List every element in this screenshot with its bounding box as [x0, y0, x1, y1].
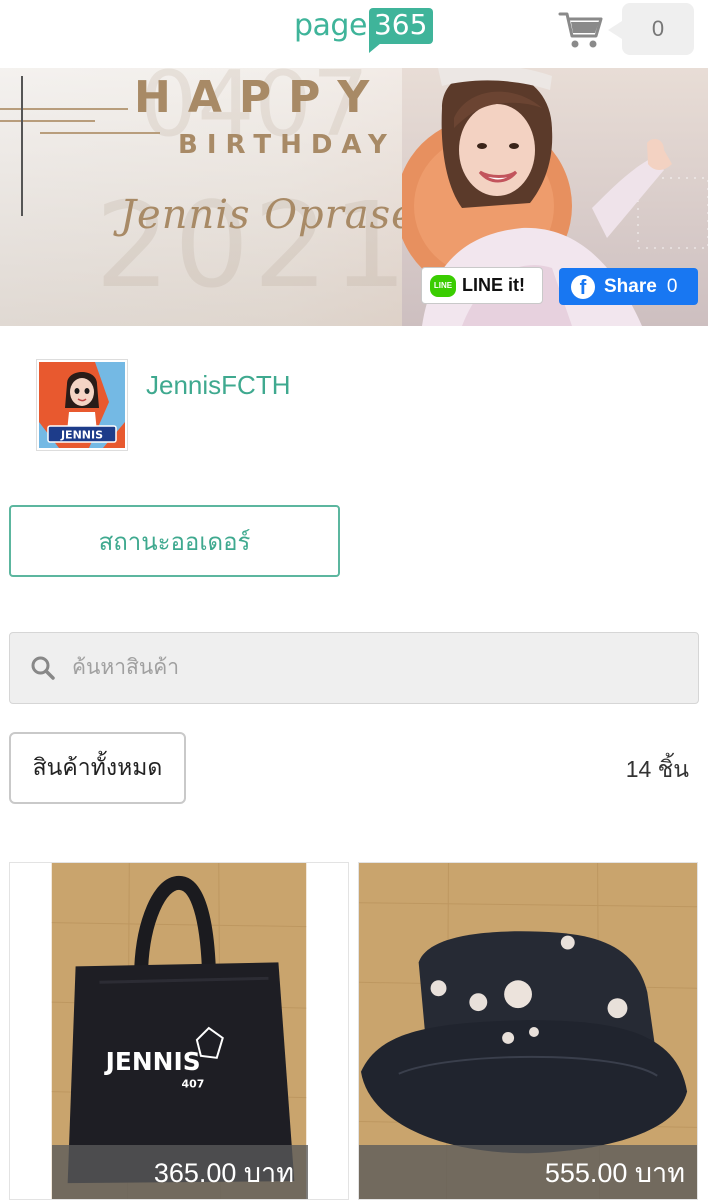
banner-deco-vline: [21, 76, 23, 216]
product-price: 365.00 บาท: [52, 1145, 308, 1199]
banner-deco-line: [0, 108, 128, 110]
cart-icon[interactable]: [558, 10, 604, 50]
tote-print-text: JENNIS: [104, 1047, 201, 1076]
search-icon: [31, 656, 55, 680]
avatar-caption: JENNIS: [60, 429, 103, 442]
search-input[interactable]: [72, 656, 632, 680]
product-price: 555.00 บาท: [359, 1145, 697, 1199]
logo-word: page: [294, 8, 367, 43]
shop-avatar[interactable]: JENNIS: [36, 359, 128, 451]
banner-birthday-text: BIRTHDAY: [178, 130, 396, 160]
line-share-button[interactable]: LINE LINE it!: [421, 267, 543, 304]
product-card[interactable]: 555.00 บาท: [358, 862, 698, 1200]
product-card[interactable]: JENNIS 407 365.00 บาท: [9, 862, 349, 1200]
shop-name[interactable]: JennisFCTH: [146, 370, 290, 401]
shop-avatar-image: JENNIS: [39, 362, 125, 448]
banner-deco-line: [0, 120, 95, 122]
top-bar: page 365 0: [0, 0, 708, 68]
facebook-share-button[interactable]: f Share 0: [559, 268, 698, 305]
order-status-button[interactable]: สถานะออเดอร์: [9, 505, 340, 577]
page365-logo[interactable]: page 365: [294, 6, 434, 53]
all-products-button[interactable]: สินค้าทั้งหมด: [9, 732, 186, 804]
banner-happy-text: HAPPY: [134, 72, 387, 123]
facebook-icon: f: [571, 274, 595, 299]
tote-print-sub: 407: [182, 1078, 205, 1091]
product-count: 14 ชิ้น: [625, 756, 689, 782]
facebook-share-label: Share: [604, 275, 657, 297]
logo-number-bubble: 365: [368, 8, 434, 53]
banner-deco-line: [40, 132, 160, 134]
line-logo-icon: LINE: [430, 274, 456, 297]
facebook-share-count: 0: [666, 275, 678, 297]
shop-banner: 0407 2021 HAPPY BIRTHDAY Jennis Oprasert…: [0, 68, 708, 326]
search-bar[interactable]: [9, 632, 699, 704]
line-share-label: LINE it!: [462, 275, 525, 295]
cart-count-badge[interactable]: 0: [608, 3, 694, 55]
